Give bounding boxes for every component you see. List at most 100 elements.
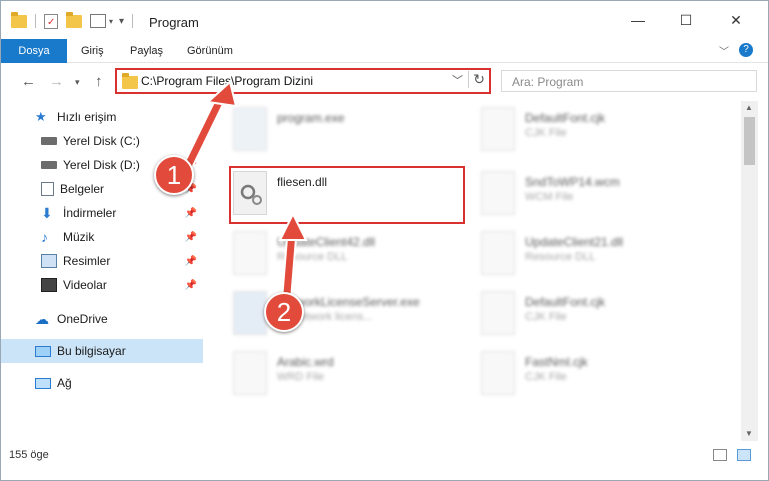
file-icon — [233, 351, 267, 395]
chevron-down-icon[interactable]: ﹀ — [452, 72, 463, 88]
step-badge-2: 2 — [264, 292, 304, 332]
details-view-icon[interactable] — [713, 449, 727, 461]
recent-locations-chevron-icon[interactable]: ▾ — [75, 77, 80, 88]
view-options-icon[interactable] — [90, 14, 106, 28]
tab-share[interactable]: Paylaş — [130, 39, 163, 63]
sidebar-item-label: Yerel Disk (C:) — [63, 134, 140, 148]
folder-icon[interactable] — [11, 11, 27, 28]
file-description: CJK File — [525, 371, 567, 383]
file-description: WCM File — [525, 191, 574, 203]
dll-gear-icon — [481, 231, 515, 275]
pin-icon[interactable]: 📌 — [185, 280, 197, 291]
sidebar-item-local-disk-c[interactable]: Yerel Disk (C:) — [1, 129, 203, 153]
star-icon: ★ — [35, 109, 47, 124]
scroll-down-icon[interactable]: ▼ — [745, 429, 753, 438]
tab-view[interactable]: Görünüm — [187, 39, 233, 63]
vertical-scrollbar[interactable]: ▲ ▼ — [741, 101, 758, 441]
file-highlight-box — [229, 166, 465, 224]
sidebar-item-this-pc[interactable]: Bu bilgisayar — [1, 339, 203, 363]
back-button[interactable]: ← — [21, 73, 36, 90]
close-button[interactable]: ✕ — [713, 5, 759, 35]
file-name: DefaultFont.cjk — [525, 111, 606, 125]
help-icon[interactable]: ? — [739, 43, 753, 57]
documents-icon — [41, 182, 54, 196]
minimize-button[interactable]: — — [615, 5, 661, 35]
pin-icon[interactable]: 📌 — [185, 232, 197, 243]
list-item[interactable]: UpdateClient21.dll Resource DLL — [459, 227, 689, 279]
list-item[interactable]: FastNml.cjk CJK File — [459, 347, 689, 399]
sidebar-item-quick-access[interactable]: ★ Hızlı erişim — [1, 105, 203, 129]
title-bar: ✓ ▾ ▾ Program — ☐ ✕ — [1, 1, 768, 39]
sidebar-item-onedrive[interactable]: ☁ OneDrive — [1, 307, 203, 331]
file-name: UpdateClient42.dll — [277, 235, 376, 249]
sidebar-item-label: OneDrive — [57, 312, 108, 326]
toolbar-divider — [35, 14, 36, 28]
tab-home[interactable]: Giriş — [81, 39, 104, 63]
file-name: SndToWP14.wcm — [525, 175, 620, 189]
file-description: CJK File — [525, 311, 567, 323]
file-name: UpdateClient21.dll — [525, 235, 624, 249]
scroll-thumb[interactable] — [744, 117, 755, 165]
file-icon — [481, 171, 515, 215]
network-icon — [35, 377, 51, 389]
file-description: CJK File — [525, 127, 567, 139]
file-description: Resource DLL — [525, 251, 596, 263]
exe-file-icon — [233, 107, 267, 151]
scroll-up-icon[interactable]: ▲ — [745, 103, 753, 112]
address-bar[interactable]: C:\Program Files\Program Dizini ﹀ ↻ — [115, 68, 491, 94]
file-icon — [481, 351, 515, 395]
new-folder-icon[interactable] — [66, 11, 82, 28]
large-icons-view-icon[interactable] — [737, 449, 751, 461]
file-icon — [481, 107, 515, 151]
customize-toolbar-icon[interactable]: ▾ — [119, 16, 124, 27]
file-description: Resource DLL — [277, 251, 348, 263]
file-list: program.exe DefaultFont.cjk CJK File fli… — [211, 101, 741, 441]
list-item[interactable]: program.exe — [211, 103, 441, 155]
maximize-button[interactable]: ☐ — [663, 5, 709, 35]
address-row: ← → ▾ ↑ C:\Program Files\Program Dizini … — [1, 63, 768, 99]
folder-icon — [122, 73, 138, 89]
sidebar-item-label: Yerel Disk (D:) — [63, 158, 140, 172]
list-item[interactable]: NetworkLicenseServer.exe TF network lice… — [211, 287, 441, 339]
sidebar-item-videos[interactable]: Videolar 📌 — [1, 273, 203, 297]
sidebar-item-network[interactable]: Ağ — [1, 371, 203, 395]
address-path[interactable]: C:\Program Files\Program Dizini — [141, 74, 313, 88]
step-badge-1: 1 — [154, 155, 194, 195]
refresh-icon[interactable]: ↻ — [468, 71, 485, 88]
pin-icon[interactable]: 📌 — [185, 256, 197, 267]
forward-button[interactable]: → — [49, 73, 64, 90]
drive-icon — [41, 137, 57, 145]
properties-icon[interactable]: ✓ — [44, 13, 58, 29]
sidebar-item-label: İndirmeler — [63, 206, 117, 220]
search-placeholder: Ara: Program — [512, 75, 584, 89]
pin-icon[interactable]: 📌 — [185, 208, 197, 219]
sidebar-item-label: Resimler — [63, 254, 111, 268]
list-item[interactable]: SndToWP14.wcm WCM File — [459, 167, 689, 219]
video-icon — [41, 278, 57, 292]
file-name: program.exe — [277, 111, 345, 125]
tab-file[interactable]: Dosya — [1, 39, 67, 63]
sidebar-item-label: Bu bilgisayar — [57, 344, 126, 358]
search-input[interactable]: Ara: Program — [501, 70, 757, 92]
pictures-icon — [41, 254, 57, 268]
sidebar-item-music[interactable]: ♪ Müzik 📌 — [1, 225, 203, 249]
sidebar-item-pictures[interactable]: Resimler 📌 — [1, 249, 203, 273]
list-item[interactable]: UpdateClient42.dll Resource DLL — [211, 227, 441, 279]
sidebar-item-label: Hızlı erişim — [57, 110, 117, 124]
explorer-window: ✓ ▾ ▾ Program — ☐ ✕ Dosya Giriş Paylaş G… — [0, 0, 769, 481]
window-title: Program — [149, 15, 199, 30]
chevron-down-icon[interactable]: ▾ — [109, 17, 113, 26]
computer-icon — [35, 345, 51, 357]
up-button[interactable]: ↑ — [95, 73, 103, 90]
list-item[interactable]: Arabic.wrd WRD File — [211, 347, 441, 399]
list-item[interactable]: DefaultFont.cjk CJK File — [459, 287, 689, 339]
file-name: Arabic.wrd — [277, 355, 334, 369]
list-item[interactable]: DefaultFont.cjk CJK File — [459, 103, 689, 155]
sidebar-item-downloads[interactable]: ⬇ İndirmeler 📌 — [1, 201, 203, 225]
sidebar-item-label: Belgeler — [60, 182, 105, 196]
expand-ribbon-icon[interactable]: ﹀ — [719, 43, 729, 58]
file-name: DefaultFont.cjk — [525, 295, 606, 309]
dll-gear-icon — [233, 231, 267, 275]
exe-file-icon — [233, 291, 267, 335]
toolbar-divider — [132, 14, 134, 28]
